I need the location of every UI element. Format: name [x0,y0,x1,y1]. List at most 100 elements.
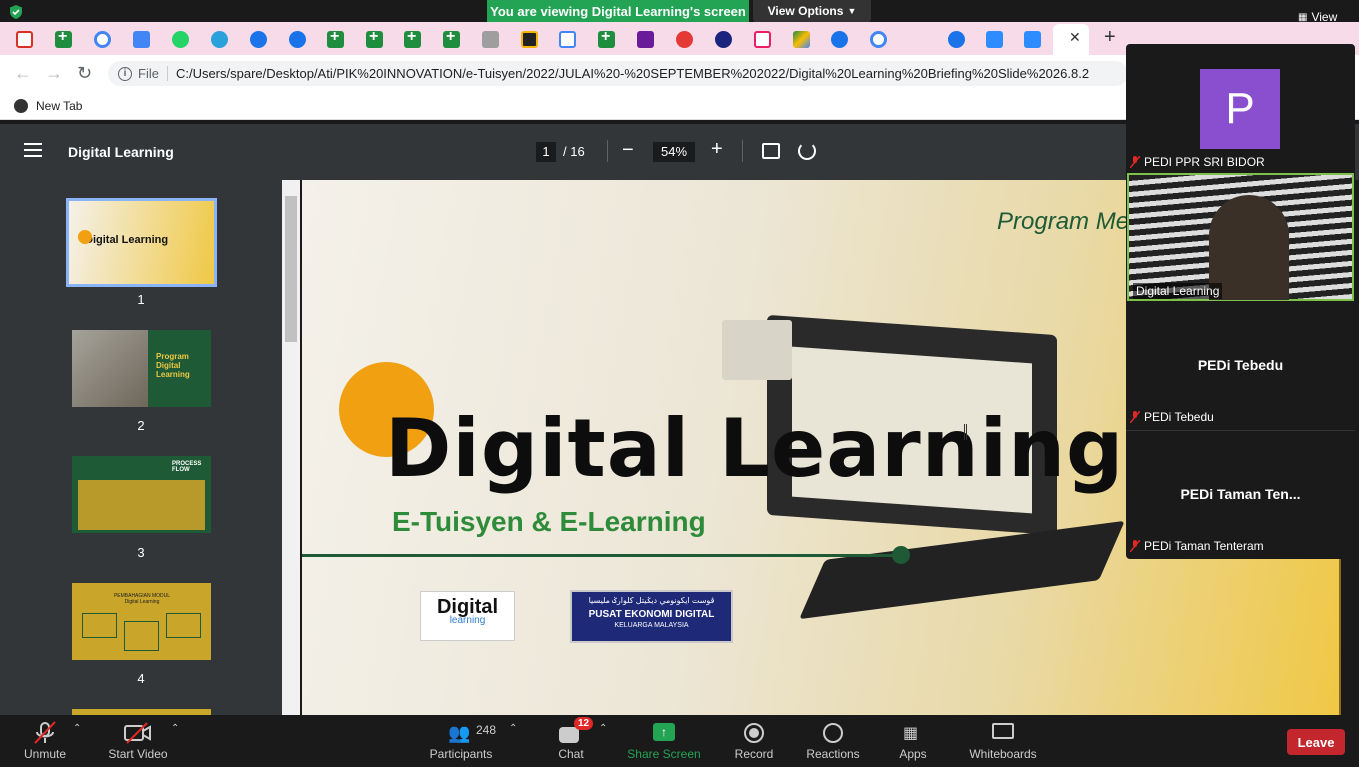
forward-icon[interactable]: → [45,63,63,84]
zoom-in-button[interactable]: + [711,138,723,161]
thumbnail-page-3[interactable]: PROCESS FLOW [72,456,211,533]
share-screen-label: Share Screen [627,747,701,761]
back-icon[interactable]: ← [14,63,32,84]
sheets-icon[interactable] [55,28,72,48]
avatar: P [1200,69,1280,149]
participant-tile-3[interactable]: PEDi Tebedu PEDi Tebedu [1126,302,1355,430]
chat-badge: 12 [574,717,594,730]
zoom-icon[interactable] [1024,31,1041,48]
globe-icon [14,98,28,113]
thumbnail-box [124,621,159,651]
app-icon[interactable] [482,31,499,48]
unmute-label: Unmute [23,747,67,761]
page-number-input[interactable]: 1 [536,142,556,162]
participant-tile-2[interactable]: Digital Learning [1127,173,1354,301]
zoom-top-bar: You are viewing Digital Learning's scree… [0,0,1359,22]
view-options-button[interactable]: View Options ▼ [753,0,871,22]
app-blue-icon[interactable] [948,31,965,48]
pdf-title: Digital Learning [68,144,174,160]
sidebar-scroll-thumb[interactable] [285,196,297,342]
leave-button[interactable]: Leave [1287,729,1345,755]
rotate-icon[interactable] [798,142,816,160]
chevron-up-icon: ⌃ [509,723,518,734]
slide-subtitle: E-Tuisyen & E-Learning [392,506,706,537]
google-icon[interactable] [94,31,111,48]
sheets-icon[interactable] [598,28,615,48]
record-button[interactable]: Record [730,715,778,767]
telegram-icon[interactable] [211,31,228,48]
url-field[interactable]: i File C:/Users/spare/Desktop/Ati/PIK%20… [108,61,1128,86]
new-tab-icon[interactable]: + [1104,26,1116,49]
view-options-label: View Options [767,4,844,18]
participant-label: Digital Learning [1133,283,1223,299]
participant-tile-4[interactable]: PEDi Taman Ten... PEDi Taman Tenteram [1126,430,1355,558]
sheets-icon[interactable] [366,28,383,48]
thumbnail-page-2[interactable]: Program Digital Learning [72,330,211,407]
calendar-icon[interactable] [133,31,150,48]
app-blue-icon[interactable] [715,31,732,48]
participants-options-chevron[interactable]: ⌃ [507,715,521,767]
fit-page-icon[interactable] [762,143,780,159]
participant-name: PEDi Taman Tenteram [1144,539,1264,553]
reactions-button[interactable]: Reactions [803,715,863,767]
participant-tile-1[interactable]: P PEDI PPR SRI BIDOR [1126,44,1355,172]
thumbnail-number: 4 [137,671,145,686]
canva-icon[interactable] [250,31,267,48]
close-icon[interactable]: ✕ [1069,29,1081,46]
whatsapp-icon[interactable] [172,31,189,48]
sheets-icon[interactable] [443,28,460,48]
sheets-icon[interactable] [404,28,421,48]
cube-icon[interactable] [754,31,771,48]
info-icon[interactable]: i [118,66,132,81]
zoom-out-button[interactable]: − [622,139,634,162]
reload-icon[interactable]: ↻ [77,63,92,84]
thumbnail-title: Program Digital Learning [156,352,190,379]
canva-icon[interactable] [289,31,306,48]
apps-label: Apps [899,747,927,761]
audio-options-chevron[interactable]: ⌃ [71,715,85,767]
unmute-button[interactable]: Unmute [14,715,76,767]
chevron-down-icon: ▼ [847,6,857,16]
keyboard [799,520,1125,620]
gmail-icon[interactable] [16,31,33,48]
drive-icon[interactable] [793,31,810,48]
view-layout-button[interactable]: ▦ View [1298,10,1337,24]
thumbnail-page-4[interactable]: PEMBAHAGIAN MODUL Digital Learning [72,583,211,660]
divider-line [302,554,902,557]
video-options-chevron[interactable]: ⌃ [169,715,183,767]
chat-button[interactable]: 12 Chat [553,715,594,767]
participants-button[interactable]: 👥 248 Participants [428,715,496,767]
participant-name: Digital Learning [1136,284,1220,298]
grid-icon: ▦ [1298,11,1308,23]
chat-icon [559,727,579,743]
apps-button[interactable]: ▦ Apps [893,715,933,767]
chat-options-chevron[interactable]: ⌃ [597,715,611,767]
zoom-level-input[interactable]: 54% [653,142,695,162]
whiteboards-button[interactable]: Whiteboards [965,715,1041,767]
shield-ext-icon[interactable] [521,31,538,48]
zoom-icon[interactable] [986,31,1003,48]
shield-icon[interactable] [8,4,24,20]
start-video-button[interactable]: Start Video [104,715,172,767]
filter-icon[interactable] [559,31,576,48]
thumbnail-dot [78,230,92,244]
app-red-icon[interactable] [676,31,693,48]
thumbnail-title: PEMBAHAGIAN MODUL Digital Learning [113,593,171,605]
thumbnail-box [166,613,201,638]
mail-icon[interactable] [637,31,654,48]
google-icon[interactable] [870,31,887,48]
view-label: View [1311,10,1338,24]
bookmark-new-tab[interactable]: New Tab [36,99,82,113]
participant-name: PEDI PPR SRI BIDOR [1144,155,1265,169]
url-scheme: File [138,66,168,81]
whiteboard-icon [992,723,1014,739]
sheets-icon[interactable] [327,28,344,48]
canva-icon[interactable] [831,31,848,48]
participant-display-name: PEDi Taman Ten... [1180,486,1301,502]
thumbnail-page-1[interactable]: Digital Learning [66,198,217,287]
menu-icon[interactable] [24,143,42,157]
chevron-up-icon: ⌃ [171,723,180,734]
pusat-ekonomi-digital-logo: ڤوست ايكونومي ديݢيتل كلوارݢ مليسيا PUSAT… [570,590,733,643]
share-screen-button[interactable]: ↑ Share Screen [627,715,701,767]
mic-muted-icon [1129,410,1141,424]
